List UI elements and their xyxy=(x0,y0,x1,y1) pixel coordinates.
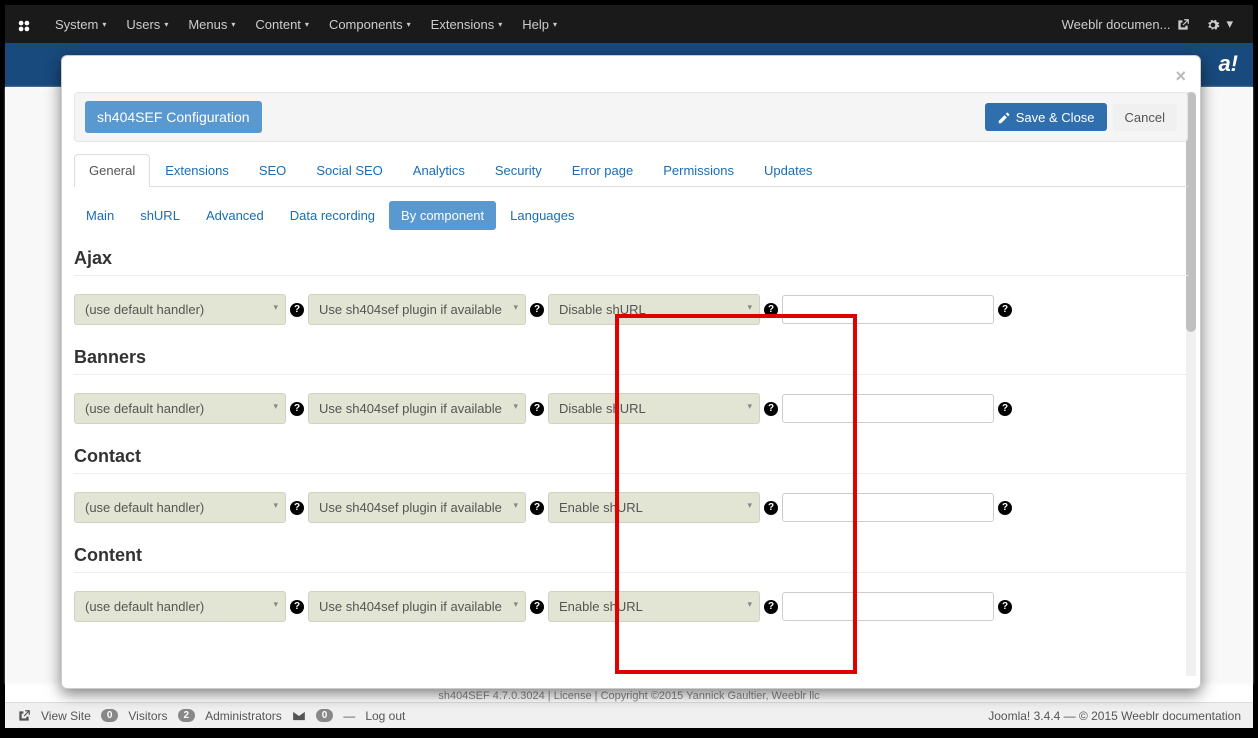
nav-components[interactable]: Components▾ xyxy=(319,8,421,41)
select-shurl[interactable]: Enable shURL xyxy=(548,492,760,523)
help-icon[interactable]: ? xyxy=(530,303,544,317)
help-icon[interactable]: ? xyxy=(290,501,304,515)
nav-menus[interactable]: Menus▾ xyxy=(178,8,245,41)
tab-permissions[interactable]: Permissions xyxy=(648,154,749,186)
select-plugin[interactable]: Use sh404sef plugin if available xyxy=(308,393,526,424)
close-icon[interactable]: × xyxy=(1175,66,1186,87)
subtab-languages[interactable]: Languages xyxy=(498,201,586,230)
subtab-main[interactable]: Main xyxy=(74,201,126,230)
nav-settings[interactable]: ▾ xyxy=(1198,16,1241,32)
subtab-shurl[interactable]: shURL xyxy=(128,201,192,230)
help-icon[interactable]: ? xyxy=(530,600,544,614)
help-icon[interactable]: ? xyxy=(998,402,1012,416)
chevron-down-icon: ▾ xyxy=(407,20,411,29)
config-row-content: (use default handler) ? Use sh404sef plu… xyxy=(74,591,1188,622)
joomla-logo-icon xyxy=(17,17,31,31)
tab-security[interactable]: Security xyxy=(480,154,557,186)
select-handler[interactable]: (use default handler) xyxy=(74,591,286,622)
tab-seo[interactable]: SEO xyxy=(244,154,301,186)
chevron-down-icon: ▾ xyxy=(1226,16,1233,32)
chevron-down-icon: ▾ xyxy=(498,20,502,29)
help-icon[interactable]: ? xyxy=(998,303,1012,317)
subtab-by-component[interactable]: By component xyxy=(389,201,496,230)
section-title-content: Content xyxy=(74,545,1188,566)
sub-tabs: Main shURL Advanced Data recording By co… xyxy=(74,201,1188,230)
nav-help[interactable]: Help▾ xyxy=(512,8,567,41)
help-icon[interactable]: ? xyxy=(290,600,304,614)
help-icon[interactable]: ? xyxy=(764,501,778,515)
tab-extensions[interactable]: Extensions xyxy=(150,154,244,186)
config-title: sh404SEF Configuration xyxy=(85,101,262,133)
help-icon[interactable]: ? xyxy=(530,402,544,416)
select-plugin[interactable]: Use sh404sef plugin if available xyxy=(308,492,526,523)
section-title-banners: Banners xyxy=(74,347,1188,368)
text-input-override[interactable] xyxy=(782,295,994,324)
config-row-banners: (use default handler) ? Use sh404sef plu… xyxy=(74,393,1188,424)
chevron-down-icon: ▾ xyxy=(102,20,106,29)
help-icon[interactable]: ? xyxy=(764,402,778,416)
tab-error-page[interactable]: Error page xyxy=(557,154,648,186)
select-handler[interactable]: (use default handler) xyxy=(74,393,286,424)
subtab-data-recording[interactable]: Data recording xyxy=(278,201,387,230)
config-row-ajax: (use default handler) ? Use sh404sef plu… xyxy=(74,294,1188,325)
main-tabs: General Extensions SEO Social SEO Analyt… xyxy=(74,154,1188,187)
save-close-button[interactable]: Save & Close xyxy=(985,103,1107,131)
tab-updates[interactable]: Updates xyxy=(749,154,827,186)
config-modal: × sh404SEF Configuration Save & Close Ca… xyxy=(61,55,1201,689)
help-icon[interactable]: ? xyxy=(290,303,304,317)
nav-users[interactable]: Users▾ xyxy=(116,8,178,41)
help-icon[interactable]: ? xyxy=(998,501,1012,515)
help-icon[interactable]: ? xyxy=(290,402,304,416)
chevron-down-icon: ▾ xyxy=(553,20,557,29)
cancel-button[interactable]: Cancel xyxy=(1113,104,1177,131)
external-link-icon xyxy=(1176,16,1190,32)
admin-topnav: System▾ Users▾ Menus▾ Content▾ Component… xyxy=(5,5,1253,43)
tab-general[interactable]: General xyxy=(74,154,150,187)
select-plugin[interactable]: Use sh404sef plugin if available xyxy=(308,591,526,622)
text-input-override[interactable] xyxy=(782,493,994,522)
select-shurl[interactable]: Disable shURL xyxy=(548,393,760,424)
config-row-contact: (use default handler) ? Use sh404sef plu… xyxy=(74,492,1188,523)
edit-icon xyxy=(997,109,1011,125)
chevron-down-icon: ▾ xyxy=(231,20,235,29)
help-icon[interactable]: ? xyxy=(764,600,778,614)
nav-extensions[interactable]: Extensions▾ xyxy=(421,8,513,41)
section-title-contact: Contact xyxy=(74,446,1188,467)
section-title-ajax: Ajax xyxy=(74,248,1188,269)
tab-analytics[interactable]: Analytics xyxy=(398,154,480,186)
gear-icon xyxy=(1206,16,1220,32)
nav-site-link[interactable]: Weeblr documen... xyxy=(1054,16,1199,32)
select-handler[interactable]: (use default handler) xyxy=(74,492,286,523)
chevron-down-icon: ▾ xyxy=(164,20,168,29)
nav-content[interactable]: Content▾ xyxy=(245,8,319,41)
nav-system[interactable]: System▾ xyxy=(45,8,116,41)
select-shurl[interactable]: Disable shURL xyxy=(548,294,760,325)
help-icon[interactable]: ? xyxy=(998,600,1012,614)
help-icon[interactable]: ? xyxy=(530,501,544,515)
text-input-override[interactable] xyxy=(782,394,994,423)
text-input-override[interactable] xyxy=(782,592,994,621)
select-handler[interactable]: (use default handler) xyxy=(74,294,286,325)
select-plugin[interactable]: Use sh404sef plugin if available xyxy=(308,294,526,325)
tab-social-seo[interactable]: Social SEO xyxy=(301,154,397,186)
chevron-down-icon: ▾ xyxy=(305,20,309,29)
help-icon[interactable]: ? xyxy=(764,303,778,317)
config-toolbar: sh404SEF Configuration Save & Close Canc… xyxy=(74,92,1188,142)
subtab-advanced[interactable]: Advanced xyxy=(194,201,276,230)
select-shurl[interactable]: Enable shURL xyxy=(548,591,760,622)
